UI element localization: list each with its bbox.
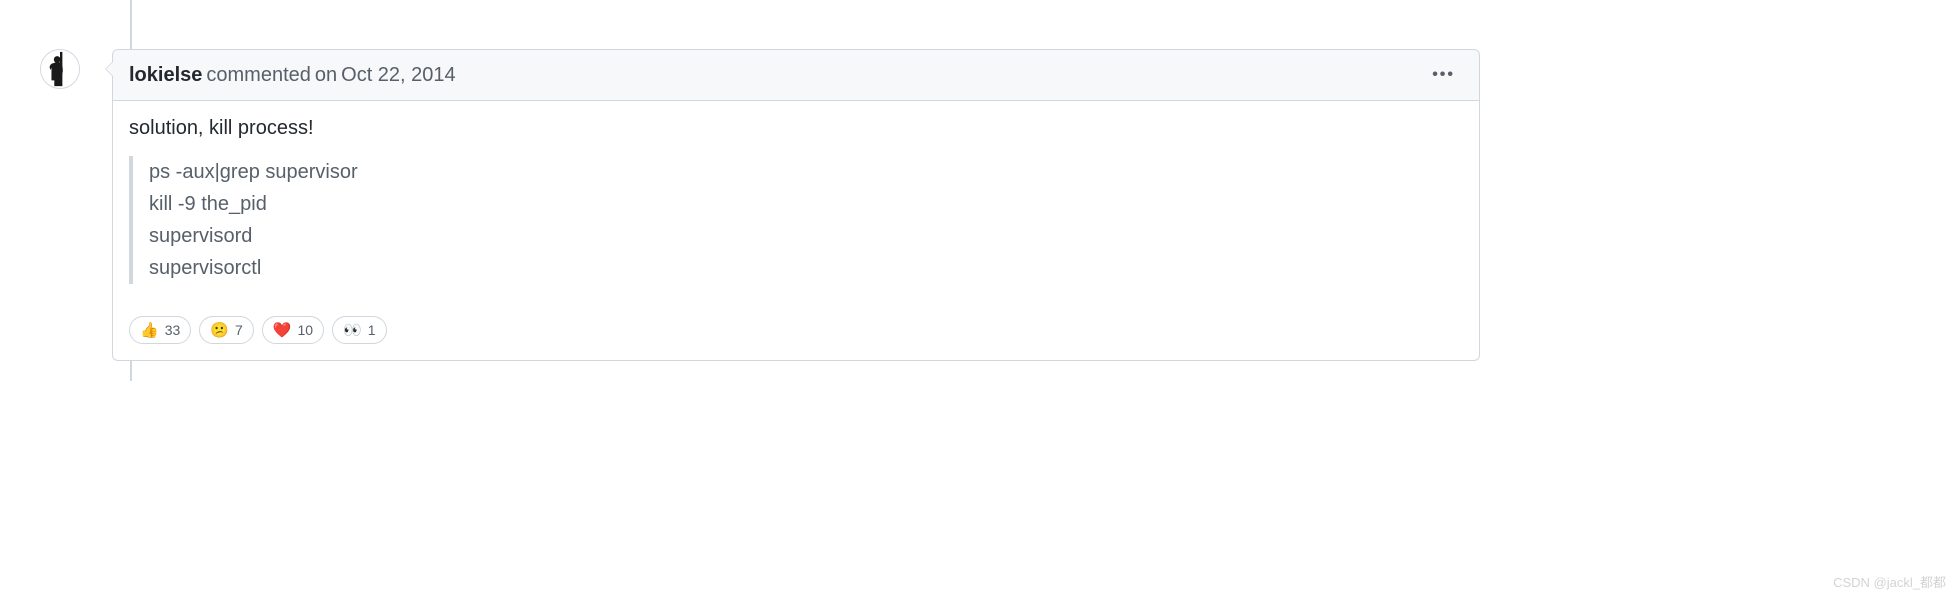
comment-body: solution, kill process! ps -aux|grep sup…: [113, 101, 1479, 316]
thumbs-up-icon: 👍: [140, 321, 159, 339]
reaction-count: 7: [235, 322, 243, 338]
code-block: ps -aux|grep supervisor kill -9 the_pid …: [129, 156, 1463, 284]
watermark: CSDN @jackl_都都: [1833, 572, 1946, 591]
comment-header: lokielse commented on Oct 22, 2014 •••: [113, 50, 1479, 101]
comment: lokielse commented on Oct 22, 2014 ••• s…: [72, 49, 1480, 361]
reaction-heart[interactable]: ❤️ 10: [262, 316, 324, 344]
code-line: supervisorctl: [149, 252, 1447, 284]
reaction-thumbs-up[interactable]: 👍 33: [129, 316, 191, 344]
confused-icon: 😕: [210, 321, 229, 339]
eyes-icon: 👀: [343, 321, 362, 339]
reactions-bar: 👍 33 😕 7 ❤️ 10 👀 1: [113, 316, 1479, 360]
comment-date-link[interactable]: Oct 22, 2014: [341, 64, 456, 87]
comment-author-link[interactable]: lokielse: [129, 64, 202, 87]
comment-text: solution, kill process!: [129, 117, 1463, 140]
code-line: ps -aux|grep supervisor: [149, 156, 1447, 188]
kebab-menu-icon[interactable]: •••: [1424, 58, 1463, 92]
reaction-count: 33: [165, 322, 181, 338]
comment-date-prefix: on: [315, 64, 337, 87]
reaction-confused[interactable]: 😕 7: [199, 316, 253, 344]
code-line: supervisord: [149, 220, 1447, 252]
reaction-eyes[interactable]: 👀 1: [332, 316, 386, 344]
avatar[interactable]: [40, 49, 80, 89]
avatar-icon: [41, 50, 79, 88]
reaction-count: 10: [297, 322, 313, 338]
comment-header-meta: lokielse commented on Oct 22, 2014: [129, 64, 456, 87]
comment-action-text: commented: [206, 64, 311, 87]
heart-icon: ❤️: [273, 321, 292, 339]
reaction-count: 1: [368, 322, 376, 338]
comment-box: lokielse commented on Oct 22, 2014 ••• s…: [112, 49, 1480, 361]
code-line: kill -9 the_pid: [149, 188, 1447, 220]
